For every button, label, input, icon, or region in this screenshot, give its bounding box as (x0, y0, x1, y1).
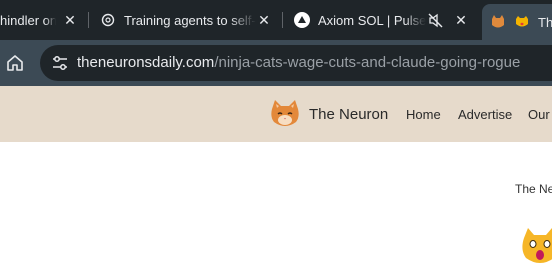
browser-toolbar: theneuronsdaily.com/ninja-cats-wage-cuts… (0, 40, 552, 86)
url-path: /ninja-cats-wage-cuts-and-claude-going-r… (214, 54, 521, 71)
site-header: The Neuron Home Advertise Our (0, 86, 552, 142)
tab-1[interactable]: hindler on ✕ (0, 0, 86, 40)
home-icon[interactable] (4, 51, 26, 75)
site-settings-icon[interactable] (51, 54, 69, 72)
close-icon[interactable]: ✕ (453, 12, 469, 28)
article-byline: The Ne (515, 182, 552, 196)
openai-icon (100, 12, 116, 28)
nav-home[interactable]: Home (406, 107, 441, 122)
site-brand-name[interactable]: The Neuron (309, 106, 388, 123)
tab-3[interactable]: Axiom SOL | Pulse ✕ (294, 0, 474, 40)
tab-separator (282, 12, 283, 28)
tab-4-title: The (538, 14, 552, 30)
tab-4-active[interactable]: The (482, 4, 552, 40)
nav-our[interactable]: Our (528, 107, 550, 122)
neuron-logo-icon[interactable] (269, 99, 301, 129)
close-icon[interactable]: ✕ (62, 12, 78, 28)
url-domain: theneuronsdaily.com (77, 54, 215, 71)
tab-separator (88, 12, 89, 28)
neuron-cat-icon (490, 14, 506, 30)
url-text[interactable]: theneuronsdaily.com/ninja-cats-wage-cuts… (77, 54, 520, 71)
axiom-icon (294, 12, 310, 28)
tab-2-title: Training agents to self-r (124, 12, 256, 28)
address-bar[interactable]: theneuronsdaily.com/ninja-cats-wage-cuts… (40, 45, 552, 81)
tab-1-title: hindler on (0, 12, 56, 28)
cat-emoji-icon (514, 14, 530, 30)
tab-strip: hindler on ✕ Training agents to self-r ✕… (0, 0, 552, 40)
tab-3-title: Axiom SOL | Pulse (318, 12, 427, 28)
nav-advertise[interactable]: Advertise (458, 107, 512, 122)
screaming-cat-emoji-icon (520, 226, 552, 266)
close-icon[interactable]: ✕ (256, 12, 272, 28)
tab-2[interactable]: Training agents to self-r ✕ (100, 0, 278, 40)
muted-speaker-icon[interactable] (427, 12, 443, 28)
